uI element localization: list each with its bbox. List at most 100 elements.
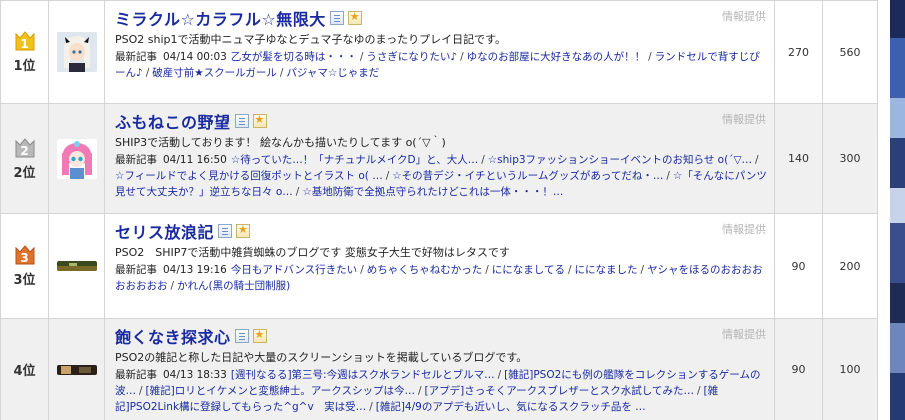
right-sidebar-banner[interactable] xyxy=(890,0,905,420)
article-link[interactable]: [アプデ]さっそくアークスブレザーとスク水試してみた… xyxy=(425,385,694,397)
in-count: 90 xyxy=(774,318,823,420)
out-count: 200 xyxy=(822,213,878,319)
blog-detail-icon[interactable] xyxy=(234,114,249,128)
latest-label: 最新記事 xyxy=(115,51,157,63)
latest-date: 04/11 16:50 xyxy=(163,154,227,166)
blog-detail-icon[interactable] xyxy=(218,224,233,238)
ranking-row: 1 1位 ミラクル☆カラフル☆無限大 情報提供 PSO2 ship1で活動中ニュマ子ゆな… xyxy=(0,0,878,104)
in-count: 270 xyxy=(774,0,823,104)
blog-title-link[interactable]: 飽くなき探求心 xyxy=(115,324,231,348)
article-link[interactable]: ☆待っていた…！「ナチュナルメイクD」と、大人… xyxy=(231,154,478,166)
article-link[interactable]: [週刊なるる]第三号:今週はスク水ランドセルとブルマ… xyxy=(231,369,495,381)
sidebar-image-light xyxy=(890,98,905,138)
article-separator: / xyxy=(385,170,390,182)
article-link[interactable]: ☆フィールドでよく見かける回復ポットとイラスト o( … xyxy=(115,170,383,182)
blog-thumbnail[interactable] xyxy=(56,261,97,271)
in-count: 90 xyxy=(774,213,823,319)
latest-label: 最新記事 xyxy=(115,264,157,276)
latest-label: 最新記事 xyxy=(115,369,157,381)
article-separator: / xyxy=(360,264,364,276)
info-provided-label[interactable]: 情報提供 xyxy=(722,221,766,237)
silver-medal-icon: 2 xyxy=(14,137,36,159)
latest-date: 04/13 19:16 xyxy=(163,264,227,276)
ranking-table: 11位ミラクル☆カラフル☆無限大情報提供PSO2 ship1で活動中ニュマ子ゆな… xyxy=(0,0,878,420)
latest-date: 04/13 18:33 xyxy=(163,369,227,381)
latest-articles: 最新記事 04/14 00:03 乙女が髪を切る時は・・・ / うさぎになりたい♪ / ゆな… xyxy=(115,49,768,81)
blog-description: SHIP3で活動しております！ 絵なんかも描いたりしてます o(´▽｀) xyxy=(115,136,446,149)
blog-title-link[interactable]: セリス放浪記 xyxy=(115,219,214,243)
thumbnail-cell[interactable] xyxy=(48,0,105,104)
favorite-star-icon[interactable] xyxy=(252,113,267,128)
sidebar-image-blue xyxy=(890,223,905,283)
rank-cell: 4位 xyxy=(0,318,49,420)
latest-articles: 最新記事 04/13 19:16 今日もアドバンス行きたい / めちゃくちゃねむかった /… xyxy=(115,262,768,294)
info-provided-label[interactable]: 情報提供 xyxy=(722,8,766,24)
article-separator: / xyxy=(481,154,485,166)
article-separator: / xyxy=(497,369,502,381)
blog-info-cell: 飽くなき探求心 情報提供 PSO2の雑記と称した日記や大量のスクリーンショットを掲載… xyxy=(104,318,775,420)
blog-detail-icon[interactable] xyxy=(234,329,249,343)
article-separator: / xyxy=(279,67,284,79)
favorite-star-icon[interactable] xyxy=(252,328,267,343)
blog-detail-icon[interactable] xyxy=(329,11,344,25)
info-provided-label[interactable]: 情報提供 xyxy=(722,326,766,342)
article-link[interactable]: ☆ship3ファッションショーイベントのお知らせ o(´▽… xyxy=(488,154,752,166)
article-link[interactable]: ☆その昔デジ・イチというルームグッズがあってだね・… xyxy=(392,170,663,182)
favorite-star-icon[interactable] xyxy=(347,10,362,25)
medal-number: 1 xyxy=(20,37,29,51)
sidebar-image-navy xyxy=(890,283,905,323)
article-link[interactable]: うさぎになりたい♪ xyxy=(366,51,457,63)
article-link[interactable]: [雑記]ロリとイケメンと変態紳士。アークスシップは今… xyxy=(146,385,415,397)
article-separator: / xyxy=(170,280,175,292)
sidebar-image-bottom xyxy=(890,373,905,420)
title-line: 飽くなき探求心 xyxy=(115,325,768,347)
article-separator: / xyxy=(417,385,422,397)
ranking-row: 4位 飽くなき探求心 情報提供 PSO2の雑記と称した日記や大量のスクリーンショットを… xyxy=(0,318,878,420)
thumbnail-cell[interactable] xyxy=(48,103,105,214)
article-link[interactable]: めちゃくちゃねむかった xyxy=(367,264,483,276)
article-link[interactable]: にになましてる xyxy=(492,264,565,276)
article-link[interactable]: 破産寸前★スクールガール xyxy=(152,67,277,79)
blog-thumbnail[interactable] xyxy=(56,364,97,375)
medal-number: 3 xyxy=(20,251,29,265)
rank-label: 2位 xyxy=(13,165,36,181)
ranking-row: 2 2位 ふもねこの野望 情報提供 SHIP3で活動しております！ 絵なんかも描いたりし… xyxy=(0,103,878,214)
sidebar-image-sky xyxy=(890,323,905,373)
rank-label: 4位 xyxy=(13,364,36,379)
article-link[interactable]: 乙女が髪を切る時は・・・ xyxy=(231,51,357,63)
info-provided-label[interactable]: 情報提供 xyxy=(722,111,766,127)
out-count: 100 xyxy=(822,318,878,420)
medal-number: 2 xyxy=(20,143,29,158)
article-link[interactable]: パジャマ☆じゃまだ xyxy=(286,67,379,79)
article-link[interactable]: [雑記]4/9のアプデも近いし、気になるスクラッチ品を … xyxy=(376,401,646,413)
sidebar-image-pale xyxy=(890,188,905,223)
blog-thumbnail[interactable] xyxy=(56,138,97,179)
blog-thumbnail[interactable] xyxy=(56,32,97,72)
article-link[interactable]: ☆基地防衛で全拠点守られたけどこれは一体・・・！… xyxy=(302,186,563,198)
article-separator: / xyxy=(369,401,373,413)
blog-title-link[interactable]: ふもねこの野望 xyxy=(115,109,231,133)
blog-title-link[interactable]: ミラクル☆カラフル☆無限大 xyxy=(115,6,326,30)
gold-medal-icon: 1 xyxy=(14,30,36,52)
article-separator: / xyxy=(696,385,701,397)
latest-date: 04/14 00:03 xyxy=(163,51,227,63)
blog-info-cell: ふもねこの野望 情報提供 SHIP3で活動しております！ 絵なんかも描いたりしてます… xyxy=(104,103,775,214)
blog-description: PSO2 ship1で活動中ニュマ子ゆなとデュマ子なゆのまったりプレイ日記です。 xyxy=(115,33,506,46)
sidebar-image-top xyxy=(890,0,905,38)
article-separator: / xyxy=(666,170,670,182)
blog-description: PSO2の雑記と称した日記や大量のスクリーンショットを掲載しているブログです。 xyxy=(115,351,528,364)
rank-cell: 3 3位 xyxy=(0,213,49,319)
article-link[interactable]: かれん(黒の騎士団制服) xyxy=(177,280,290,292)
latest-articles: 最新記事 04/13 18:33 [週刊なるる]第三号:今週はスク水ランドセルとブル… xyxy=(115,367,768,415)
article-separator: / xyxy=(755,154,759,166)
article-link[interactable]: ゆなのお部屋に大好きなあの人が！！ xyxy=(467,51,646,63)
article-link[interactable]: にになました xyxy=(575,264,638,276)
article-link[interactable]: 今日もアドバンス行きたい xyxy=(231,264,357,276)
article-separator: / xyxy=(359,51,364,63)
thumbnail-cell[interactable] xyxy=(48,213,105,319)
favorite-star-icon[interactable] xyxy=(236,223,251,238)
article-separator: / xyxy=(485,264,489,276)
title-line: セリス放浪記 xyxy=(115,220,768,242)
ranking-row: 3 3位 セリス放浪記 情報提供 PSO2 SHIP7で活動中雑貨蜘蛛のブログです 変態… xyxy=(0,213,878,319)
thumbnail-cell[interactable] xyxy=(48,318,105,420)
